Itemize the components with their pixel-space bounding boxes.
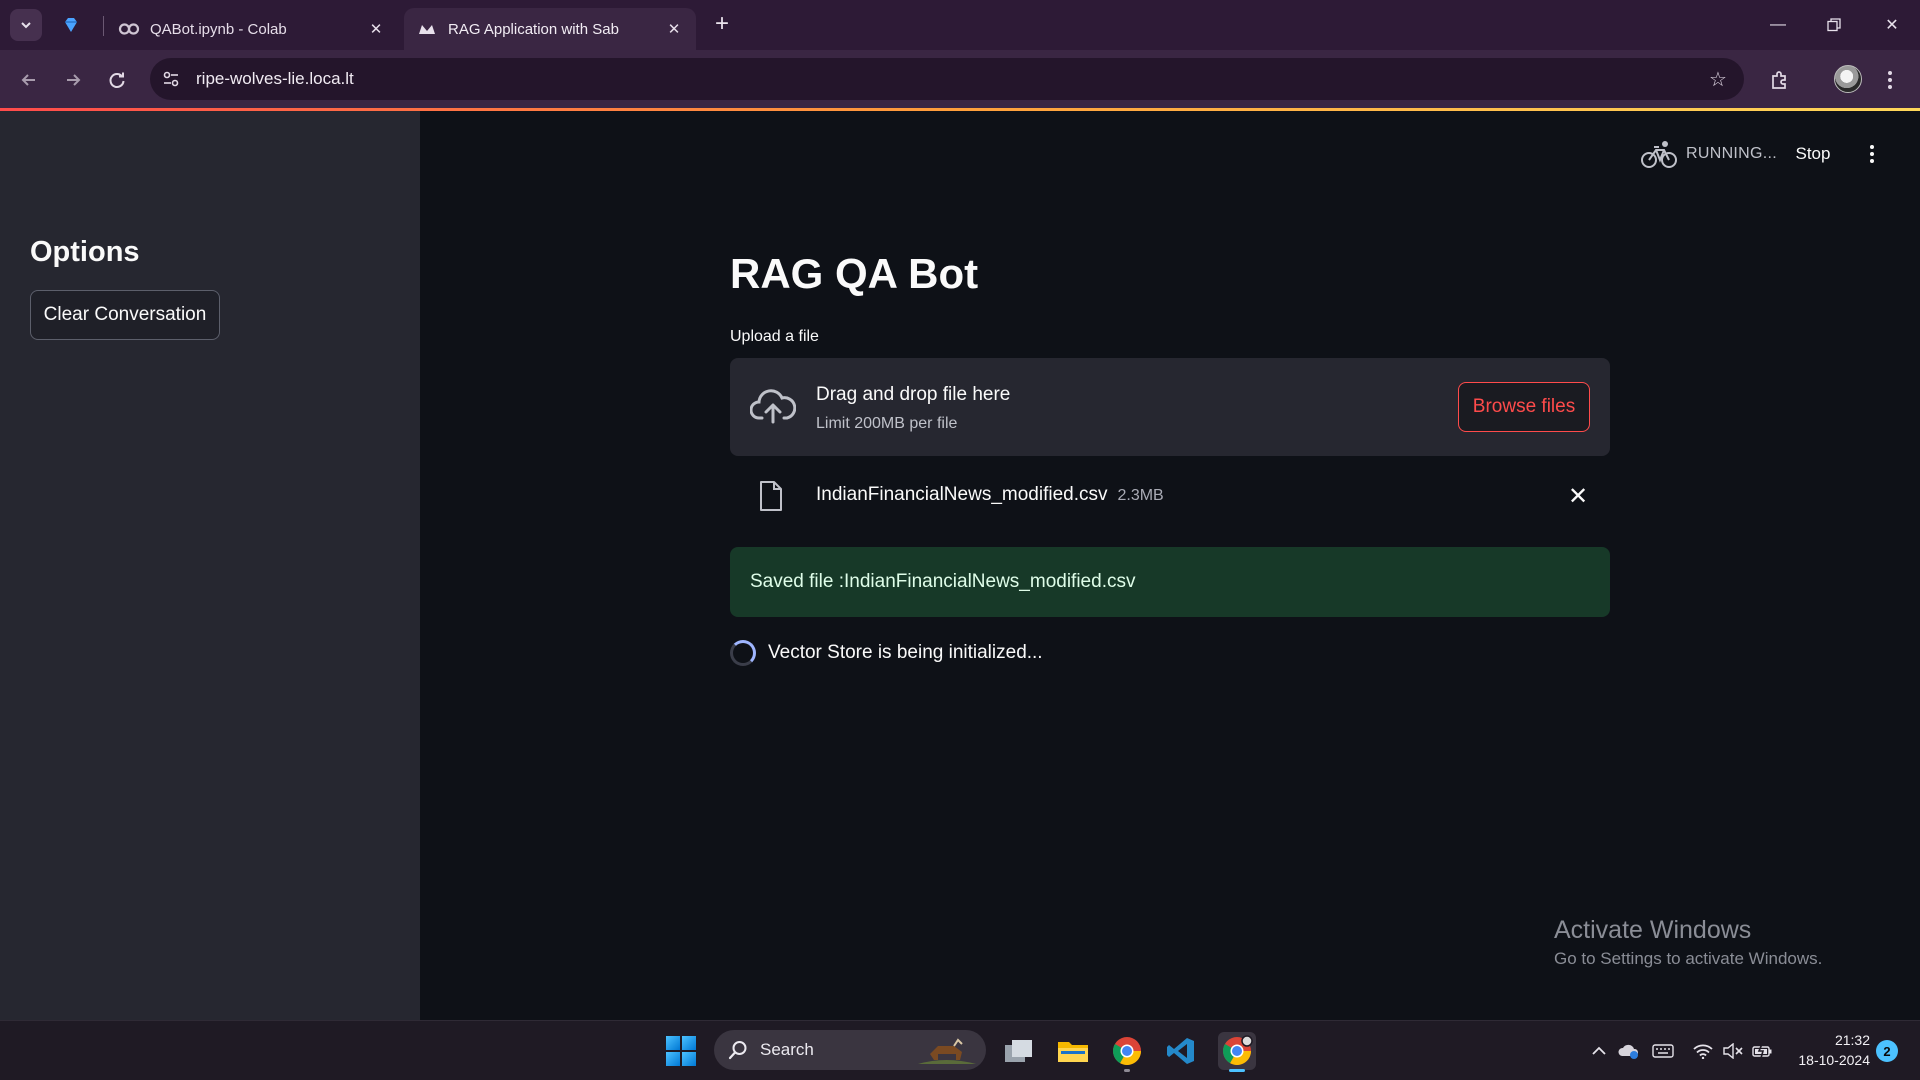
page-title: RAG QA Bot <box>730 250 979 297</box>
uploaded-file-row: IndianFinancialNews_modified.csv 2.3MB ✕ <box>730 470 1610 522</box>
app-menu-icon[interactable] <box>1862 140 1882 168</box>
address-bar[interactable]: ripe-wolves-lie.loca.lt ☆ <box>150 58 1744 100</box>
upload-label: Upload a file <box>730 328 819 345</box>
dropzone-title: Drag and drop file here <box>816 384 1011 405</box>
window-close-icon[interactable]: ✕ <box>1872 8 1912 42</box>
system-clock[interactable]: 21:32 18-10-2024 <box>1788 1030 1870 1070</box>
spinner-icon <box>730 640 756 666</box>
pinned-tab[interactable] <box>58 12 84 38</box>
vscode-icon[interactable] <box>1162 1032 1200 1070</box>
chrome-icon[interactable] <box>1108 1032 1146 1072</box>
tab-title: QABot.ipynb - Colab <box>150 20 287 38</box>
onedrive-icon[interactable] <box>1618 1040 1640 1062</box>
success-message: Saved file :IndianFinancialNews_modified… <box>750 571 1136 592</box>
restore-icon[interactable] <box>1814 8 1854 42</box>
browser-menu-icon[interactable] <box>1878 64 1902 96</box>
streamlit-icon <box>416 21 438 37</box>
colab-icon <box>118 21 140 37</box>
back-icon[interactable] <box>12 63 46 97</box>
close-icon[interactable]: ✕ <box>664 19 684 39</box>
clock-date: 18-10-2024 <box>1798 1052 1870 1068</box>
watermark-subtitle: Go to Settings to activate Windows. <box>1554 949 1823 968</box>
reload-icon[interactable] <box>100 63 134 97</box>
activate-windows-watermark: Activate Windows Go to Settings to activ… <box>1554 916 1822 969</box>
volume-muted-icon[interactable] <box>1722 1040 1744 1062</box>
extensions-icon[interactable] <box>1764 64 1796 96</box>
wifi-icon[interactable] <box>1692 1040 1714 1062</box>
clear-conversation-button[interactable]: Clear Conversation <box>30 290 220 340</box>
chevron-down-icon <box>21 22 31 29</box>
browse-files-button[interactable]: Browse files <box>1458 382 1590 432</box>
file-explorer-icon[interactable] <box>1054 1032 1092 1070</box>
site-info-icon[interactable] <box>150 58 192 100</box>
gem-icon <box>65 18 77 32</box>
search-placeholder: Search <box>760 1040 814 1059</box>
success-alert: Saved file :IndianFinancialNews_modified… <box>730 547 1610 617</box>
stop-button[interactable]: Stop <box>1790 140 1836 168</box>
spinner-status: Vector Store is being initialized... <box>730 638 1043 668</box>
tab-search-button[interactable] <box>10 9 42 41</box>
battery-icon[interactable] <box>1752 1040 1774 1062</box>
search-icon <box>728 1041 747 1060</box>
close-icon[interactable]: ✕ <box>366 19 386 39</box>
file-size: 2.3MB <box>1117 487 1164 504</box>
spinner-text: Vector Store is being initialized... <box>768 642 1043 663</box>
notification-badge[interactable]: 2 <box>1876 1040 1898 1062</box>
bookmark-star-icon[interactable]: ☆ <box>1706 67 1730 91</box>
tab-separator <box>103 16 104 36</box>
tab-colab[interactable]: QABot.ipynb - Colab ✕ <box>106 8 398 50</box>
forward-icon[interactable] <box>56 63 90 97</box>
keyboard-icon[interactable] <box>1652 1040 1674 1062</box>
chrome-profile-icon[interactable] <box>1218 1032 1256 1072</box>
file-name: IndianFinancialNews_modified.csv <box>816 484 1108 505</box>
search-highlight-icon <box>918 1038 976 1064</box>
new-tab-button[interactable]: + <box>708 10 736 38</box>
clock-time: 21:32 <box>1834 1032 1870 1048</box>
file-icon <box>760 481 782 511</box>
watermark-title: Activate Windows <box>1554 916 1752 944</box>
chevron-up-icon[interactable] <box>1588 1040 1610 1062</box>
tab-title: RAG Application with Sab <box>448 20 619 38</box>
cloud-upload-icon <box>750 389 796 424</box>
url-text[interactable]: ripe-wolves-lie.loca.lt <box>196 69 354 89</box>
taskbar-search[interactable]: Search <box>714 1030 986 1070</box>
tab-rag-application[interactable]: RAG Application with Sab ✕ <box>404 8 696 50</box>
running-text: RUNNING... <box>1686 145 1777 162</box>
profile-avatar[interactable] <box>1834 65 1862 93</box>
bicycle-icon <box>1641 141 1677 168</box>
running-status: RUNNING... <box>1640 136 1777 172</box>
minimize-icon[interactable]: — <box>1758 8 1798 42</box>
sidebar-title: Options <box>30 236 140 268</box>
remove-file-icon[interactable]: ✕ <box>1564 482 1592 510</box>
dropzone-limit: Limit 200MB per file <box>816 415 958 432</box>
windows-start-icon[interactable] <box>666 1036 696 1066</box>
task-view-icon[interactable] <box>1000 1032 1038 1070</box>
file-dropzone[interactable]: Drag and drop file here Limit 200MB per … <box>730 358 1610 456</box>
file-name-line: IndianFinancialNews_modified.csv 2.3MB <box>816 484 1164 506</box>
